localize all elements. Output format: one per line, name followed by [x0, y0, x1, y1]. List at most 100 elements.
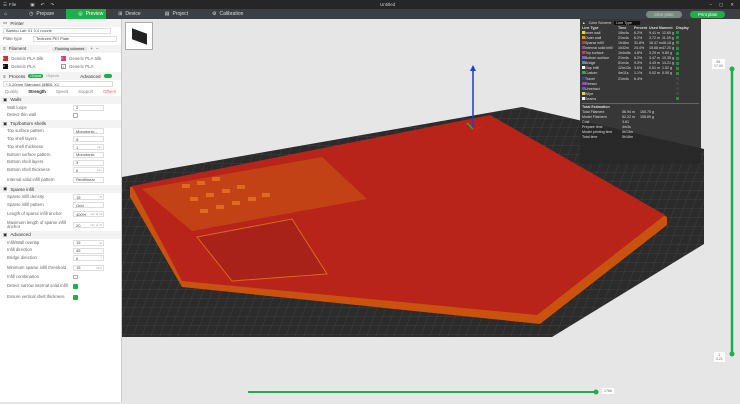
- filament-item[interactable]: 3 Generic PLA: [2, 62, 60, 70]
- legend-header: Line Type Time Percent Used filament Display: [582, 25, 699, 30]
- color-scheme-select[interactable]: Line Type: [614, 20, 640, 25]
- minimize-icon[interactable]: –: [709, 2, 712, 8]
- slice-plate-button[interactable]: Slice plate: [646, 11, 682, 18]
- display-toggle[interactable]: [676, 71, 679, 75]
- setting-checkbox[interactable]: [73, 295, 78, 300]
- setting-label: Infill direction: [7, 247, 33, 253]
- printer-select[interactable]: Bambu Lab X1 0.4 nozzle: [3, 27, 111, 34]
- preview-icon: ◎: [78, 11, 83, 17]
- filament-item[interactable]: 1 Generic PLA Silk: [2, 55, 60, 63]
- home-icon[interactable]: ⌂: [0, 11, 11, 17]
- display-toggle[interactable]: [676, 66, 679, 70]
- subtab-strength[interactable]: Strength: [28, 89, 46, 94]
- setting-input[interactable]: 0 mm: [73, 167, 104, 174]
- preset-name: * 0.20mm Standard @BBL X1: [6, 81, 60, 87]
- setting-checkbox[interactable]: [73, 274, 78, 280]
- setting-input[interactable]: 15%: [73, 194, 104, 201]
- tab-preview[interactable]: ◎ Preview: [66, 9, 107, 19]
- setting-input[interactable]: 0 °: [73, 255, 104, 262]
- plate-type-select[interactable]: Textured PEI Plate: [33, 35, 117, 42]
- tab-calibration[interactable]: ⚙ Calibration: [200, 9, 255, 19]
- print-plate-button[interactable]: Print plate: [690, 11, 726, 18]
- layer-slider-bottom-handle[interactable]: [729, 351, 735, 357]
- setting-input[interactable]: 15 mm²: [73, 264, 104, 271]
- remove-icon[interactable]: −: [96, 46, 99, 51]
- display-toggle[interactable]: [676, 31, 679, 35]
- file-menu[interactable]: File: [9, 2, 16, 7]
- section-walls[interactable]: ▣ Walls: [0, 95, 121, 104]
- flushing-volumes-button[interactable]: Flushing volumes: [51, 46, 88, 51]
- setting-input[interactable]: Monotonic: [73, 151, 104, 158]
- display-toggle[interactable]: [676, 97, 679, 101]
- close-icon[interactable]: ✕: [730, 2, 734, 8]
- maximize-icon[interactable]: ▢: [719, 2, 723, 8]
- line-length: 3.72 m: [649, 35, 660, 40]
- process-preset-select[interactable]: * 0.20mm Standard @BBL X1: [3, 81, 113, 88]
- filament-color-swatch[interactable]: 2: [61, 55, 66, 61]
- filament-color-swatch[interactable]: 1: [3, 55, 8, 61]
- setting-row: Bottom surface pattern Monotonic: [0, 151, 121, 159]
- subtab-speed[interactable]: Speed: [56, 89, 68, 94]
- filament-color-swatch[interactable]: 3: [3, 63, 8, 69]
- setting-input[interactable]: 15%: [73, 239, 104, 246]
- display-toggle[interactable]: [676, 46, 679, 50]
- display-toggle[interactable]: [676, 41, 679, 45]
- setting-input[interactable]: 3: [73, 159, 104, 166]
- section-sparse-infill[interactable]: ▣ Sparse infill: [0, 185, 121, 194]
- setting-input[interactable]: Grid: [73, 202, 104, 209]
- display-toggle[interactable]: [676, 87, 679, 91]
- move-slider-handle[interactable]: [593, 389, 599, 395]
- display-toggle[interactable]: [676, 77, 679, 81]
- plate-thumbnail[interactable]: [125, 22, 153, 50]
- section-advanced[interactable]: ▣ Advanced: [0, 230, 121, 239]
- subtab-quality[interactable]: Quality: [5, 89, 18, 94]
- filament-item[interactable]: 2 Generic PLA Silk: [60, 55, 118, 63]
- line-weight: 0.05 g: [662, 71, 672, 76]
- tab-project[interactable]: ▤ Project: [153, 9, 200, 19]
- tab-prepare[interactable]: ◷ Prepare: [17, 9, 66, 19]
- subtab-support[interactable]: Support: [78, 89, 93, 94]
- setting-checkbox[interactable]: [73, 284, 78, 289]
- advanced-switch[interactable]: [103, 74, 112, 79]
- setting-input[interactable]: 1 mm: [73, 144, 104, 151]
- window-title: Untitled: [380, 2, 396, 7]
- setting-input[interactable]: 20 mm or %: [73, 222, 104, 229]
- setting-input[interactable]: 45 °: [73, 247, 104, 254]
- legend-row[interactable]: Seams: [582, 96, 699, 101]
- setting-input[interactable]: 400% mm or %: [73, 211, 104, 218]
- objects-toggle[interactable]: Objects: [46, 74, 59, 78]
- setting-input[interactable]: Rectilinear: [73, 176, 104, 183]
- setting-row: Length of sparse infill anchor 400% mm or …: [0, 209, 121, 220]
- undo-icon[interactable]: ↶: [41, 2, 45, 8]
- setting-input[interactable]: 2: [73, 104, 104, 111]
- filament-item[interactable]: 4 Generic PLA: [60, 62, 118, 70]
- total-value: 52.22 m: [622, 115, 635, 120]
- redo-icon[interactable]: ↷: [50, 2, 54, 8]
- tab-device[interactable]: ⊞ Device: [106, 9, 153, 19]
- setting-input[interactable]: Monotonic...: [73, 128, 104, 135]
- setting-row: Sparse infill density 15%: [0, 193, 121, 201]
- display-toggle[interactable]: [676, 36, 679, 40]
- subtab-others[interactable]: Others: [103, 89, 116, 94]
- setting-unit: mm: [97, 168, 102, 173]
- display-toggle[interactable]: [676, 56, 679, 60]
- layer-slider-top-handle[interactable]: [729, 66, 735, 72]
- save-icon[interactable]: ▣: [30, 2, 34, 8]
- global-toggle[interactable]: Global: [28, 74, 44, 79]
- display-toggle[interactable]: [676, 82, 679, 86]
- add-icon[interactable]: +: [90, 46, 93, 51]
- setting-value: 45: [76, 248, 81, 254]
- setting-checkbox[interactable]: [73, 113, 78, 118]
- display-toggle[interactable]: [676, 51, 679, 55]
- setting-label: Infill combination: [7, 273, 40, 279]
- setting-row: Infill direction 45 °: [0, 247, 121, 255]
- total-label: Model printing time: [582, 130, 613, 135]
- display-toggle[interactable]: [676, 92, 679, 96]
- menu-icon[interactable]: ☰: [3, 2, 7, 8]
- section-top-bottom-shells[interactable]: ▣ Top/bottom shells: [0, 119, 121, 128]
- collapse-icon[interactable]: ▲: [582, 21, 586, 25]
- setting-input[interactable]: 5: [73, 136, 104, 143]
- section-title: Sparse infill: [10, 186, 35, 192]
- filament-color-swatch[interactable]: 4: [61, 63, 66, 69]
- display-toggle[interactable]: [676, 61, 679, 65]
